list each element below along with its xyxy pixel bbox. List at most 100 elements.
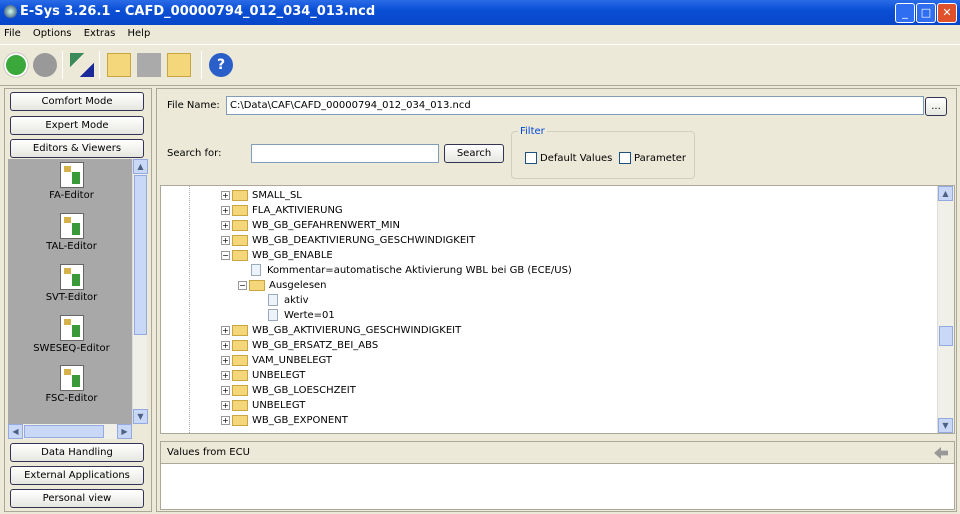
search-button[interactable]: Search: [444, 144, 504, 163]
scroll-down-button[interactable]: ▼: [133, 409, 148, 424]
h-scroll-thumb[interactable]: [24, 425, 104, 438]
maximize-button[interactable]: □: [916, 3, 936, 23]
default-values-label: Default Values: [540, 153, 613, 164]
external-applications-button[interactable]: External Applications: [10, 466, 144, 485]
menu-help[interactable]: Help: [128, 28, 151, 39]
comfort-mode-button[interactable]: Comfort Mode: [10, 92, 144, 111]
svt-editor-icon: [59, 264, 84, 290]
minimize-button[interactable]: _: [895, 3, 915, 23]
parameter-checkbox[interactable]: Parameter: [619, 152, 686, 164]
search-label: Search for:: [167, 148, 222, 159]
tree-node[interactable]: + VAM_UNBELEGT: [221, 353, 332, 368]
search-input[interactable]: [251, 144, 439, 163]
tree-scroll-thumb[interactable]: [939, 326, 953, 346]
scroll-right-button[interactable]: ▶: [117, 424, 132, 439]
expand-icon[interactable]: +: [221, 370, 230, 380]
collapse-arrow-icon[interactable]: [934, 447, 948, 459]
collapse-icon[interactable]: −: [238, 280, 247, 290]
tree-node-label: WB_GB_ENABLE: [252, 250, 333, 261]
tree-node[interactable]: + WB_GB_DEAKTIVIERUNG_GESCHWINDIGKEIT: [221, 233, 475, 248]
scroll-thumb[interactable]: [134, 175, 147, 335]
tree-node[interactable]: + FLA_AKTIVIERUNG: [221, 203, 343, 218]
menu-file[interactable]: File: [4, 28, 21, 39]
browse-button[interactable]: ...: [925, 97, 947, 116]
file-name-field[interactable]: [226, 96, 924, 115]
open-icon[interactable]: [107, 53, 131, 77]
tree-node[interactable]: Kommentar=automatische Aktivierung WBL b…: [238, 263, 572, 278]
expand-icon[interactable]: +: [221, 325, 230, 335]
folder-icon: [232, 354, 248, 366]
data-handling-button[interactable]: Data Handling: [10, 443, 144, 462]
sweseq-editor-icon: [59, 315, 84, 341]
tree-node-label: SMALL_SL: [252, 190, 302, 201]
fsc-editor[interactable]: FSC-Editor: [8, 365, 135, 404]
expand-icon[interactable]: +: [221, 340, 230, 350]
tree-node[interactable]: − WB_GB_ENABLE: [221, 248, 333, 263]
tree-node[interactable]: aktiv: [255, 293, 309, 308]
expert-mode-button[interactable]: Expert Mode: [10, 116, 144, 135]
expand-icon[interactable]: +: [221, 385, 230, 395]
expand-icon[interactable]: +: [221, 235, 230, 245]
tree-node-label: WB_GB_AKTIVIERUNG_GESCHWINDIGKEIT: [252, 325, 462, 336]
tree-node[interactable]: + UNBELEGT: [221, 398, 305, 413]
expand-icon[interactable]: +: [221, 400, 230, 410]
tree-node-label: Werte=01: [284, 310, 335, 321]
folder-icon: [232, 384, 248, 396]
tree-node-label: UNBELEGT: [252, 370, 306, 381]
personal-view-button[interactable]: Personal view: [10, 489, 144, 508]
default-values-checkbox[interactable]: Default Values: [525, 152, 612, 164]
toolbar: ?: [0, 44, 960, 86]
filter-title: Filter: [518, 126, 547, 137]
fa-editor[interactable]: FA-Editor: [8, 162, 135, 201]
tree-node-label: VAM_UNBELEGT: [252, 355, 333, 366]
svt-editor[interactable]: SVT-Editor: [8, 264, 135, 303]
sweseq-editor[interactable]: SWESEQ-Editor: [8, 315, 135, 354]
folder-icon: [249, 279, 265, 291]
tree-node[interactable]: + WB_GB_LOESCHZEIT: [221, 383, 356, 398]
save-icon[interactable]: [137, 53, 161, 77]
collapse-icon[interactable]: −: [221, 250, 230, 260]
back-icon[interactable]: [4, 53, 28, 77]
folder-icon: [232, 369, 248, 381]
tree-node-label: Kommentar=automatische Aktivierung WBL b…: [267, 265, 572, 276]
menu-options[interactable]: Options: [33, 28, 72, 39]
expand-icon[interactable]: +: [221, 220, 230, 230]
tree-node[interactable]: Werte=01: [255, 308, 335, 323]
expand-icon[interactable]: +: [221, 190, 230, 200]
tree-node[interactable]: + UNBELEGT: [221, 368, 305, 383]
title-bar: E-Sys 3.26.1 - CAFD_00000794_012_034_013…: [0, 0, 960, 25]
tree-node-label: Ausgelesen: [269, 280, 327, 291]
tal-editor[interactable]: TAL-Editor: [8, 213, 135, 252]
fa-editor-icon: [59, 162, 84, 188]
help-icon[interactable]: ?: [209, 53, 233, 77]
editors-viewers-button[interactable]: Editors & Viewers: [10, 139, 144, 158]
forward-icon[interactable]: [33, 53, 57, 77]
window-title: E-Sys 3.26.1 - CAFD_00000794_012_034_013…: [20, 4, 376, 19]
tree-node[interactable]: + WB_GB_EXPONENT: [221, 413, 348, 428]
editors-vertical-scrollbar[interactable]: ▲ ▼: [132, 159, 148, 424]
editors-horizontal-scrollbar[interactable]: ◀ ▶: [8, 424, 132, 439]
tree-node[interactable]: + WB_GB_AKTIVIERUNG_GESCHWINDIGKEIT: [221, 323, 461, 338]
tree-node[interactable]: − Ausgelesen: [238, 278, 327, 293]
svt-editor-label: SVT-Editor: [45, 292, 98, 303]
default-values-check[interactable]: [525, 152, 537, 164]
expand-icon[interactable]: +: [221, 355, 230, 365]
tree-node[interactable]: + SMALL_SL: [221, 188, 302, 203]
tree-vertical-scrollbar[interactable]: ▲ ▼: [937, 186, 954, 433]
close-button[interactable]: ✕: [937, 3, 957, 23]
open-folder-icon[interactable]: [167, 53, 191, 77]
connect-icon[interactable]: [70, 53, 94, 77]
expand-icon[interactable]: +: [221, 415, 230, 425]
menu-extras[interactable]: Extras: [84, 28, 116, 39]
parameter-check[interactable]: [619, 152, 631, 164]
scroll-left-button[interactable]: ◀: [8, 424, 23, 439]
tree-node[interactable]: + WB_GB_ERSATZ_BEI_ABS: [221, 338, 378, 353]
app-icon: [4, 5, 17, 18]
folder-icon: [232, 399, 248, 411]
folder-icon: [232, 204, 248, 216]
tree-scroll-up-button[interactable]: ▲: [938, 186, 953, 201]
tree-scroll-down-button[interactable]: ▼: [938, 418, 953, 433]
scroll-up-button[interactable]: ▲: [133, 159, 148, 174]
expand-icon[interactable]: +: [221, 205, 230, 215]
tree-node[interactable]: + WB_GB_GEFAHRENWERT_MIN: [221, 218, 400, 233]
